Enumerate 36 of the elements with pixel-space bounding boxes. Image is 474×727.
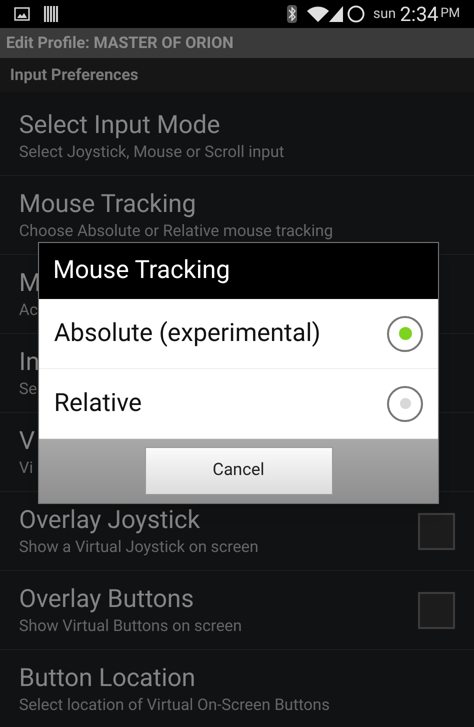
checkbox[interactable] bbox=[418, 592, 455, 628]
preference-title: V bbox=[19, 426, 35, 458]
preference-summary: Vi bbox=[19, 458, 34, 478]
preference-title: Overlay Joystick bbox=[19, 505, 200, 537]
status-day: sun bbox=[373, 4, 396, 24]
radio-button[interactable] bbox=[387, 316, 423, 352]
preference-summary: Choose Absolute or Relative mouse tracking bbox=[19, 221, 333, 241]
status-ampm: PM bbox=[440, 5, 460, 24]
signal-icon bbox=[329, 6, 344, 22]
preference-title: Select Input Mode bbox=[19, 110, 220, 142]
section-header: Input Preferences bbox=[10, 64, 138, 86]
preference-summary: Show a Virtual Joystick on screen bbox=[19, 537, 258, 557]
picture-icon bbox=[14, 7, 30, 21]
preference-title: In bbox=[19, 347, 40, 379]
bluetooth-icon bbox=[287, 5, 298, 23]
preference-title: Mouse Tracking bbox=[19, 189, 196, 221]
preference-summary: Se bbox=[19, 379, 37, 399]
option-row[interactable]: Relative bbox=[39, 369, 438, 439]
circle-icon bbox=[347, 5, 366, 23]
preference-title: Button Location bbox=[19, 663, 196, 695]
cancel-button[interactable]: Cancel bbox=[144, 447, 332, 495]
option-row[interactable]: Absolute (experimental) bbox=[39, 299, 438, 369]
barcode-icon bbox=[44, 6, 58, 22]
preference-summary: Select Joystick, Mouse or Scroll input bbox=[19, 142, 284, 162]
checkbox[interactable] bbox=[418, 512, 455, 550]
preference-summary: Ac bbox=[19, 300, 38, 320]
radio-button[interactable] bbox=[387, 386, 423, 422]
option-label: Absolute (experimental) bbox=[54, 318, 322, 350]
window-title: Edit Profile: MASTER OF ORION bbox=[6, 32, 234, 54]
dialog-title: Mouse Tracking bbox=[53, 255, 230, 288]
preference-summary: Show Virtual Buttons on screen bbox=[19, 616, 242, 636]
preference-summary: Select location of Virtual On-Screen Buttons bbox=[19, 695, 330, 715]
status-time: 2:34 bbox=[400, 1, 438, 28]
preference-title: Overlay Buttons bbox=[19, 584, 194, 616]
option-label: Relative bbox=[54, 388, 143, 420]
wifi-icon bbox=[307, 6, 330, 22]
